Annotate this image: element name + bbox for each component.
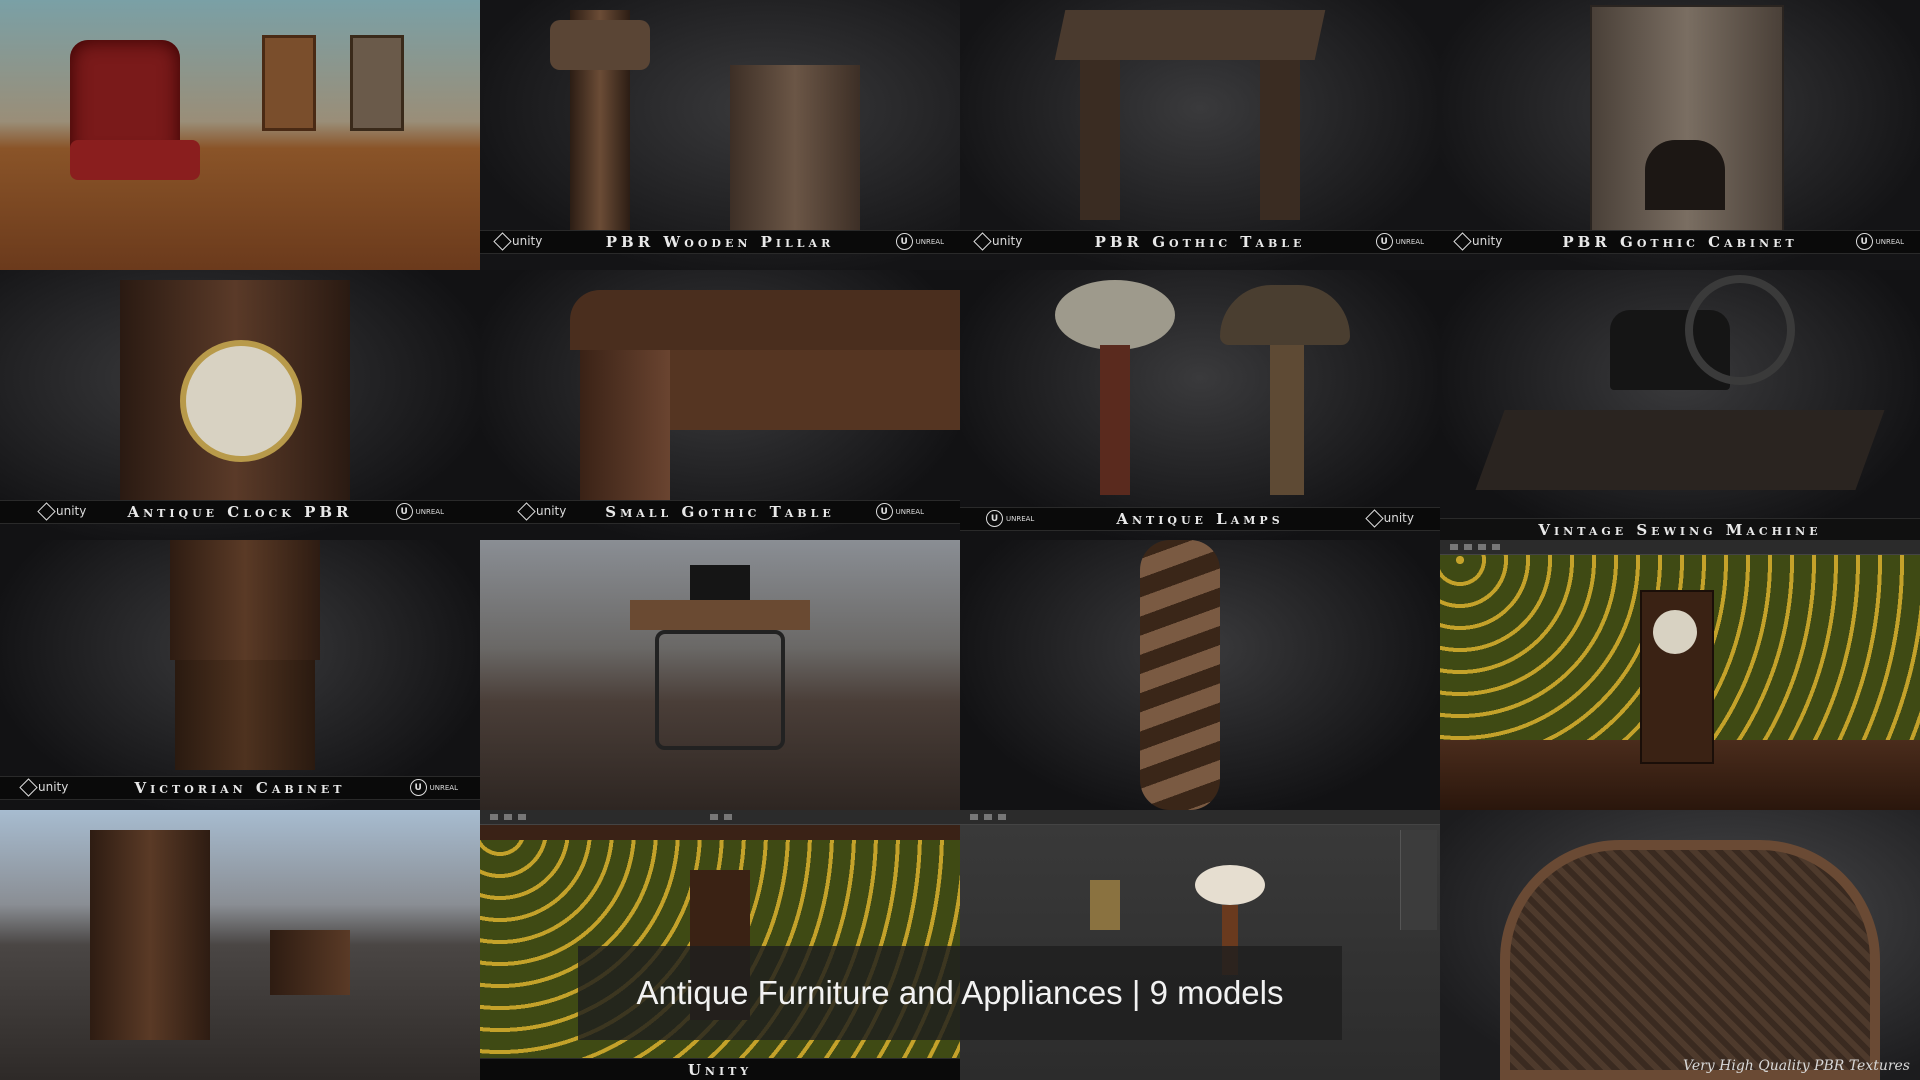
cabinet-shape [90,830,210,1040]
lamp-stem-shape [1100,345,1130,495]
sewing-table-top-shape [630,600,810,630]
tile-title: Small Gothic Table [605,503,835,521]
title-banner: unity Victorian Cabinet U UNREAL [0,776,480,800]
properties-panel [1400,830,1437,930]
tile-gothic-table: unity PBR Gothic Table U UNREAL [960,0,1440,270]
title-banner: U UNREAL Antique Lamps unity [960,507,1440,531]
tile-antique-lamps: U UNREAL Antique Lamps unity [960,270,1440,540]
table-top-shape [570,290,960,350]
small-lamp-shape [1090,880,1120,930]
tile-cabinet-scene [0,810,480,1080]
caption-box: Antique Furniture and Appliances | 9 mod… [578,946,1342,1040]
tile-title: PBR Wooden Pillar [605,233,835,251]
title-banner: unity PBR Gothic Table U UNREAL [960,230,1440,254]
tile-armchair-scene [0,0,480,270]
tile-title: Vintage Sewing Machine [1538,521,1822,539]
editor-toolbar [1440,540,1920,555]
table-apron-shape [670,350,960,430]
clock-face-shape [180,340,302,462]
title-banner: unity Small Gothic Table U UNREAL [480,500,960,524]
unity-logo-icon: unity [1364,508,1414,528]
title-banner: Vintage Sewing Machine [1440,518,1920,540]
title-banner: unity Antique Clock PBR U UNREAL [0,500,480,524]
tile-title: Victorian Cabinet [134,779,346,797]
cabinet-lower-shape [175,660,315,770]
cabinet-upper-shape [170,540,320,660]
editor-toolbar [960,810,1440,825]
tile-title: Unity [687,1061,753,1079]
unity-logo-icon: unity [1453,231,1502,251]
title-banner: Unity [480,1058,960,1080]
flywheel-shape [1685,275,1795,385]
lamp-stem-shape [1270,345,1304,495]
caption-text: Antique Furniture and Appliances | 9 mod… [636,974,1284,1011]
tile-sewing-machine: Vintage Sewing Machine [1440,270,1920,540]
ottoman-shape [70,140,200,180]
capital-shape [550,20,650,70]
tile-victorian-cabinet: unity Victorian Cabinet U UNREAL [0,540,480,810]
lamp-shade-shape [1055,280,1175,350]
table-leg-shape [1080,60,1120,220]
table-leg-shape [1260,60,1300,220]
table-top-shape [1054,10,1326,60]
table-leg-shape [580,350,670,500]
tile-wall-clock-scene [1440,540,1920,810]
tile-antique-clock: unity Antique Clock PBR U UNREAL [0,270,480,540]
tile-title: Antique Lamps [1116,510,1284,528]
treadle-frame-shape [655,630,785,750]
tile-pillar-closeup [960,540,1440,810]
unreal-logo-icon: U UNREAL [1375,233,1424,250]
unreal-logo-icon: U UNREAL [986,510,1034,527]
small-cabinet-shape [270,930,350,995]
pedestal-shape [730,65,860,230]
unreal-logo-icon: U UNREAL [1855,233,1904,250]
sewing-table-shape [1475,410,1885,490]
tile-small-gothic-table: unity Small Gothic Table U UNREAL [480,270,960,540]
unity-logo-icon: unity [19,777,68,797]
sewing-machine-shape [690,565,750,600]
title-banner: unity PBR Gothic Cabinet U UNREAL [1440,230,1920,254]
chair-shape [262,35,316,131]
title-banner: unity PBR Wooden Pillar U UNREAL [480,230,960,254]
chair-shape [350,35,404,131]
unity-logo-icon: unity [517,501,566,521]
tile-title: PBR Gothic Table [1094,233,1306,251]
unreal-logo-icon: U UNREAL [875,503,924,520]
tile-sewing-machine-scene [480,540,960,810]
unity-logo-icon: unity [973,231,1022,251]
tile-chair-closeup: Very High Quality PBR Textures [1440,810,1920,1080]
tile-gothic-cabinet: unity PBR Gothic Cabinet U UNREAL [1440,0,1920,270]
tile-title: Antique Clock PBR [127,503,353,521]
editor-toolbar [480,810,960,825]
model-preview-grid: unity PBR Wooden Pillar U UNREAL unity PB… [0,0,1920,1080]
tile-wooden-pillar: unity PBR Wooden Pillar U UNREAL [480,0,960,270]
clock-face-shape [1653,610,1697,654]
watermark-text: Very High Quality PBR Textures [1683,1058,1910,1074]
lamp-shade-shape [1195,865,1265,905]
chair-back-shape [1500,840,1880,1080]
unreal-logo-icon: U UNREAL [409,779,458,796]
unity-logo-icon: unity [37,501,86,521]
unreal-logo-icon: U UNREAL [895,233,944,250]
tile-title: PBR Gothic Cabinet [1562,233,1798,251]
cabinet-niche-shape [1645,140,1725,210]
twisted-pillar-shape [1140,540,1220,810]
unity-logo-icon: unity [493,231,542,251]
unreal-logo-icon: U UNREAL [395,503,444,520]
